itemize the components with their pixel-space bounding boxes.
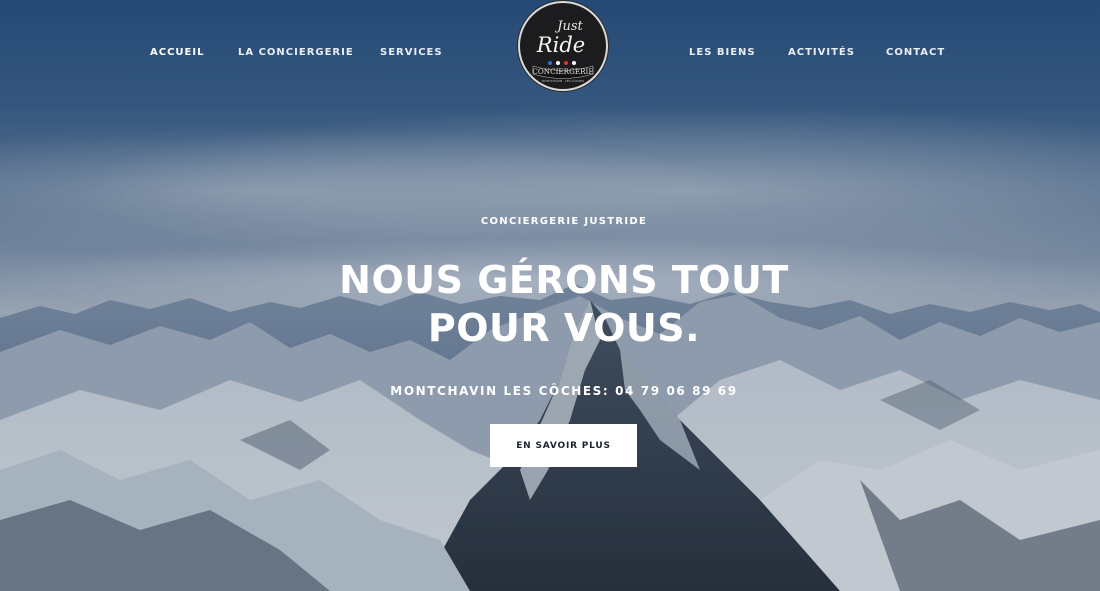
nav-link-la-conciergerie[interactable]: LA CONCIERGERIE: [238, 47, 354, 58]
hero-headline-line-2: POUR VOUS.: [427, 306, 701, 350]
logo-text-ride: Ride: [536, 33, 585, 57]
site-logo[interactable]: Just Ride CONCIERGERIE MONTCHAVIN · LES …: [518, 1, 608, 91]
hero-phone-number: MONTCHAVIN LES CÔCHES: 04 79 06 89 69: [390, 384, 738, 398]
hero-headline: NOUS GÉRONS TOUT POUR VOUS.: [0, 256, 1100, 352]
logo-emblem: Just Ride CONCIERGERIE MONTCHAVIN · LES …: [532, 19, 593, 83]
nav-link-contact[interactable]: CONTACT: [886, 47, 945, 58]
en-savoir-plus-button[interactable]: EN SAVOIR PLUS: [490, 424, 637, 467]
logo-stars: [548, 61, 576, 65]
nav-link-accueil[interactable]: ACCUEIL: [150, 47, 204, 58]
logo-tagline: MONTCHAVIN · LES CÔCHES: [542, 78, 584, 83]
nav-link-les-biens[interactable]: LES BIENS: [689, 47, 756, 58]
logo-text-just: Just: [554, 19, 583, 34]
nav-link-services[interactable]: SERVICES: [380, 47, 443, 58]
logo-banner-text: CONCIERGERIE: [532, 67, 593, 76]
nav-link-activites[interactable]: ACTIVITÉS: [788, 47, 855, 58]
hero-kicker: CONCIERGERIE JUSTRIDE: [480, 216, 648, 227]
hero-headline-line-1: NOUS GÉRONS TOUT: [339, 258, 789, 302]
